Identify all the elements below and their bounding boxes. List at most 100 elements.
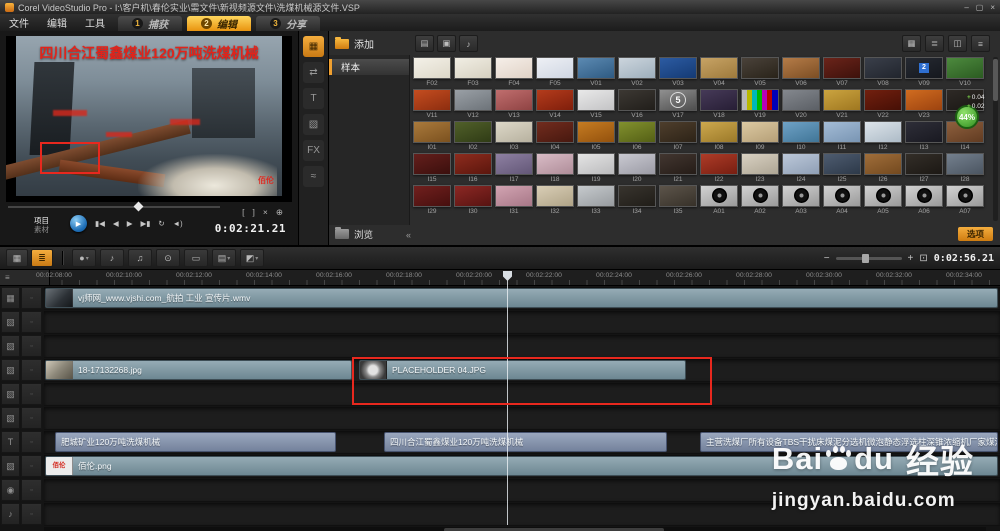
library-thumb-I30[interactable]: [454, 185, 492, 207]
library-thumb-I11[interactable]: [823, 121, 861, 143]
panel-tab-graphic-icon[interactable]: ▧: [303, 114, 324, 135]
timeline-horizontal-scrollbar[interactable]: [44, 527, 986, 531]
clip-overlay-3-0[interactable]: 18-17132268.jpg: [45, 360, 352, 380]
track-manager-icon[interactable]: ≡: [5, 273, 10, 282]
track-icon-overlay[interactable]: ▧: [1, 335, 20, 357]
show-videos-icon[interactable]: ▤: [415, 35, 434, 52]
track-toggle[interactable]: ▫: [21, 479, 42, 501]
library-thumb-V16[interactable]: [618, 89, 656, 111]
add-folder-button[interactable]: 添加: [335, 36, 374, 51]
clip-title-1[interactable]: 四川合江蜀鑫煤业120万吨洗煤机械: [384, 432, 667, 452]
library-thumb-I16[interactable]: [454, 153, 492, 175]
library-thumb-V15[interactable]: [577, 89, 615, 111]
library-thumb-I18[interactable]: [536, 153, 574, 175]
ripple-edit-button[interactable]: ◩ ▾: [240, 249, 264, 267]
step-tab-1[interactable]: 1 捕获: [118, 15, 182, 31]
library-thumb-A05[interactable]: [864, 185, 902, 207]
panel-tab-media-icon[interactable]: ▦: [303, 36, 324, 57]
panel-tab-transition-icon[interactable]: ⇄: [303, 62, 324, 83]
library-thumb-I23[interactable]: [741, 153, 779, 175]
mark-in-button[interactable]: [: [242, 207, 244, 218]
library-thumb-F05[interactable]: [536, 57, 574, 79]
transport-repeat-button[interactable]: ↻: [158, 219, 164, 228]
library-thumb-V17[interactable]: 5: [659, 89, 697, 111]
menu-item-0[interactable]: 文件: [0, 15, 38, 30]
clip-title-0[interactable]: 肥城矿业120万吨洗煤机械: [55, 432, 336, 452]
library-thumb-I05[interactable]: [577, 121, 615, 143]
mark-out-button[interactable]: ]: [253, 207, 255, 218]
auto-music-button[interactable]: ♫: [128, 249, 152, 267]
library-thumb-I35[interactable]: [659, 185, 697, 207]
library-thumb-V21[interactable]: [823, 89, 861, 111]
track-manager-button[interactable]: ▤ ▾: [212, 249, 236, 267]
library-thumb-I04[interactable]: [536, 121, 574, 143]
timeline-view-button[interactable]: ≣: [31, 249, 53, 267]
library-thumb-V07[interactable]: [823, 57, 861, 79]
track-icon-overlay[interactable]: ▧: [1, 359, 20, 381]
mode-clip[interactable]: 素材: [34, 225, 49, 234]
library-thumb-I24[interactable]: [782, 153, 820, 175]
library-thumb-I33[interactable]: [577, 185, 615, 207]
library-thumb-V04[interactable]: [700, 57, 738, 79]
panel-tab-path-icon[interactable]: ≈: [303, 166, 324, 187]
menu-item-2[interactable]: 工具: [76, 15, 114, 30]
library-thumb-F03[interactable]: [454, 57, 492, 79]
menu-item-1[interactable]: 编辑: [38, 15, 76, 30]
library-thumb-V22[interactable]: [864, 89, 902, 111]
track-icon-music[interactable]: ♪: [1, 503, 20, 525]
track-toggle[interactable]: ▫: [21, 311, 42, 333]
library-thumb-A01[interactable]: [700, 185, 738, 207]
library-thumb-I26[interactable]: [864, 153, 902, 175]
track-toggle[interactable]: ▫: [21, 455, 42, 477]
library-thumb-V18[interactable]: [700, 89, 738, 111]
library-thumb-V14[interactable]: [536, 89, 574, 111]
split-clip-button[interactable]: ×: [263, 207, 268, 218]
zoom-slider-thumb[interactable]: [861, 253, 869, 263]
project-duration[interactable]: 0:02:56.21: [934, 253, 994, 264]
library-thumb-V20[interactable]: [782, 89, 820, 111]
track-toggle[interactable]: ▫: [21, 383, 42, 405]
zoom-in-button[interactable]: +: [908, 253, 914, 264]
library-thumb-V08[interactable]: [864, 57, 902, 79]
library-thumb-V01[interactable]: [577, 57, 615, 79]
track-toggle[interactable]: ▫: [21, 503, 42, 525]
scrubber-handle[interactable]: [133, 201, 144, 212]
library-thumb-I03[interactable]: [495, 121, 533, 143]
library-thumb-I07[interactable]: [659, 121, 697, 143]
mode-project[interactable]: 项目: [34, 216, 49, 225]
list-view-icon[interactable]: ≣: [925, 35, 944, 52]
track-icon-overlay[interactable]: ▧: [1, 311, 20, 333]
transport-prev-frame-button[interactable]: ◀: [113, 219, 119, 228]
scrollbar-thumb[interactable]: [993, 59, 998, 101]
library-thumb-A03[interactable]: [782, 185, 820, 207]
grid-view-icon[interactable]: ▦: [902, 35, 921, 52]
library-thumb-I29[interactable]: [413, 185, 451, 207]
transport-volume-button[interactable]: ◄): [173, 219, 183, 228]
track-toggle[interactable]: ▫: [21, 359, 42, 381]
show-audio-icon[interactable]: ♪: [459, 35, 478, 52]
record-capture-button[interactable]: ● ▾: [72, 249, 96, 267]
library-thumb-I25[interactable]: [823, 153, 861, 175]
transport-home-button[interactable]: ▮◀: [95, 219, 105, 228]
zoom-out-button[interactable]: −: [824, 253, 830, 264]
library-thumb-V12[interactable]: [454, 89, 492, 111]
track-icon-video[interactable]: ▦: [1, 287, 20, 309]
library-thumb-I08[interactable]: [700, 121, 738, 143]
library-thumb-I09[interactable]: [741, 121, 779, 143]
transport-end-button[interactable]: ▶▮: [140, 219, 150, 228]
library-thumb-I13[interactable]: [905, 121, 943, 143]
library-thumb-I02[interactable]: [454, 121, 492, 143]
library-thumb-I20[interactable]: [618, 153, 656, 175]
enlarge-preview-button[interactable]: ⊕: [276, 207, 283, 218]
library-menu-icon[interactable]: ≡: [971, 35, 990, 52]
track-bed-overlay-2[interactable]: [44, 335, 1000, 358]
step-tab-2[interactable]: 2 编辑: [187, 15, 251, 31]
fit-project-button[interactable]: ⊡: [919, 253, 927, 264]
options-button[interactable]: 选项: [957, 227, 993, 241]
library-thumb-I32[interactable]: [536, 185, 574, 207]
library-thumb-A02[interactable]: [741, 185, 779, 207]
library-thumb-I15[interactable]: [413, 153, 451, 175]
track-toggle[interactable]: ▫: [21, 407, 42, 429]
library-thumb-I17[interactable]: [495, 153, 533, 175]
library-scrollbar[interactable]: [993, 57, 998, 221]
